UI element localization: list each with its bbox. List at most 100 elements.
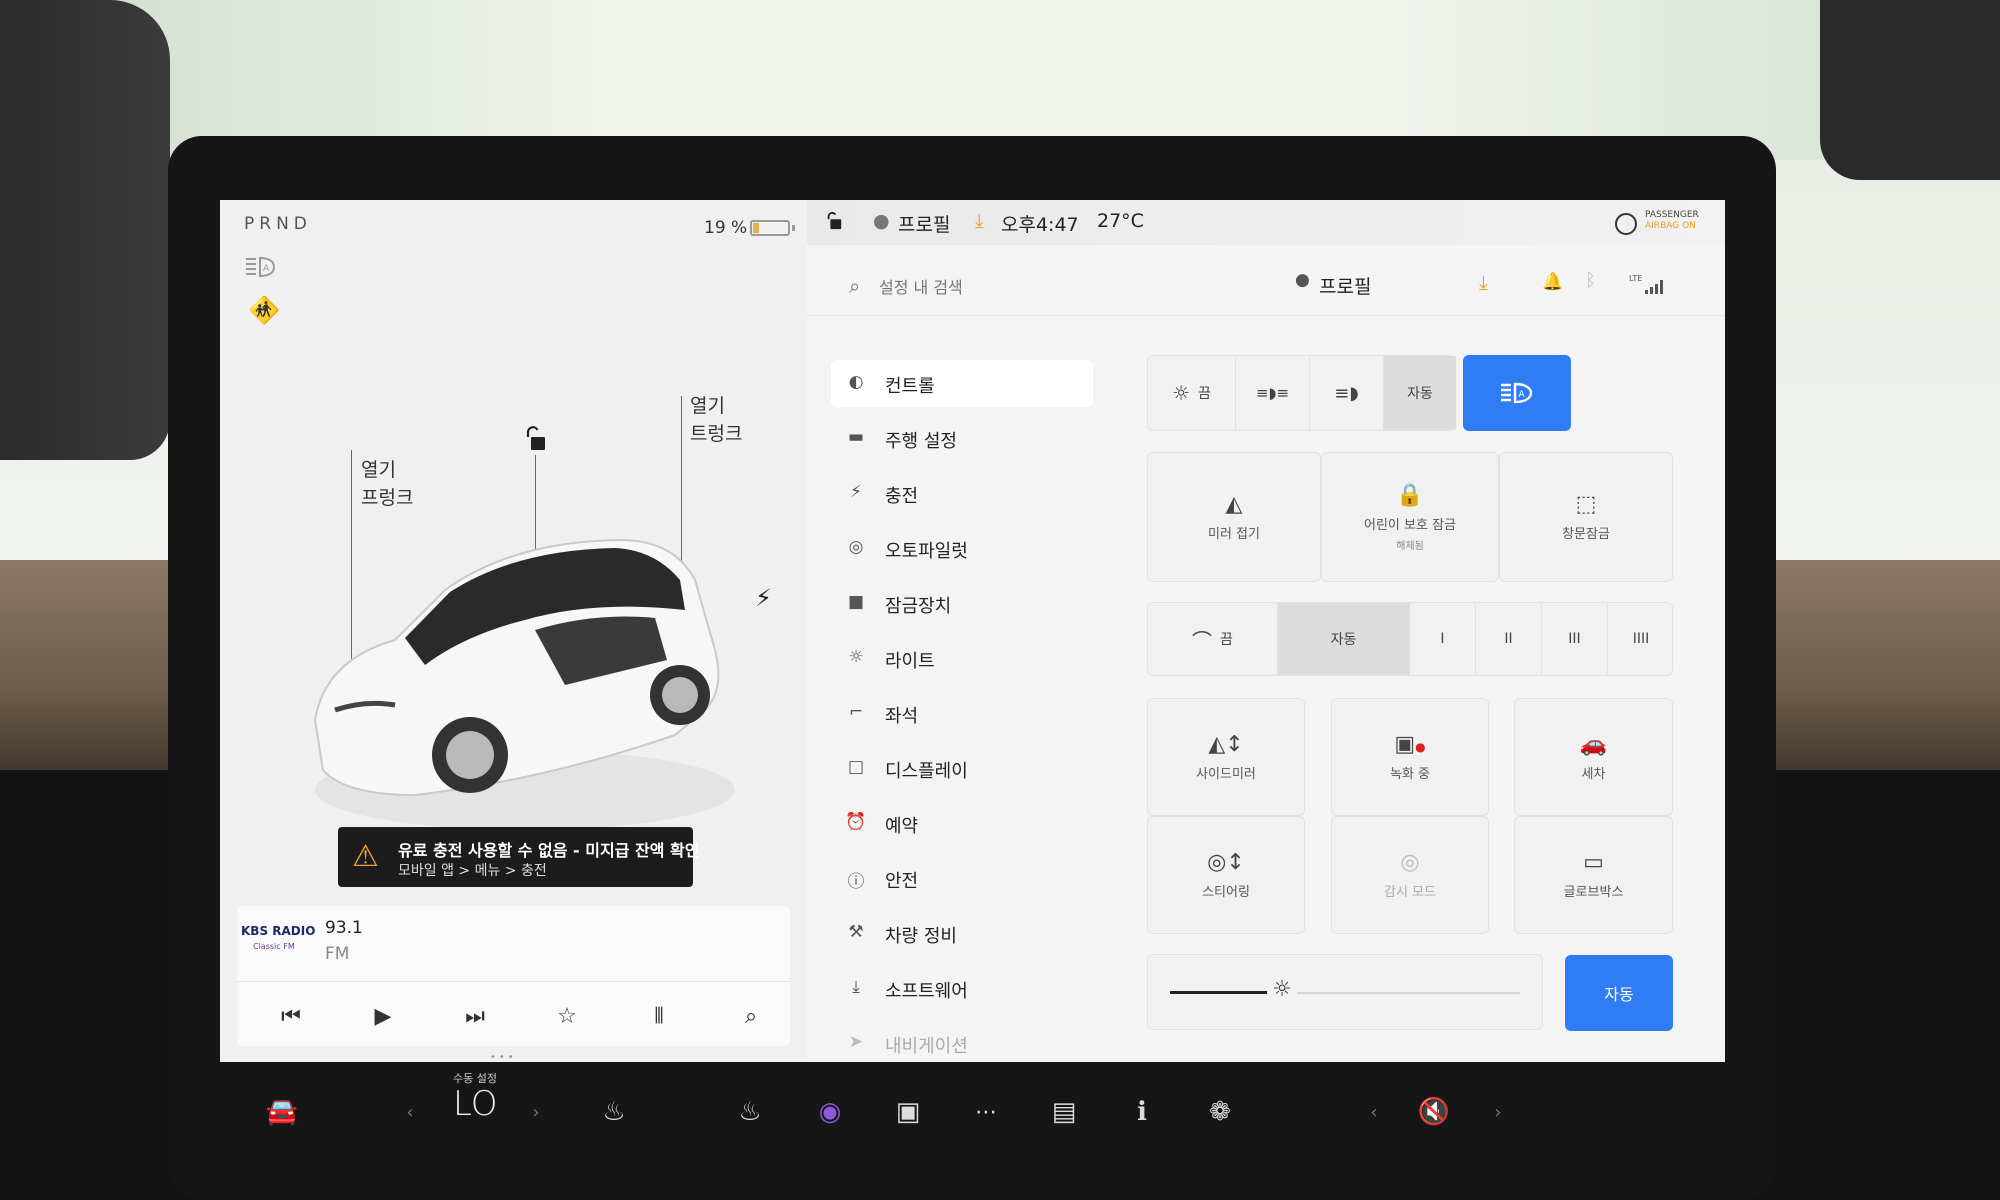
media-search-button[interactable]: ⌕ — [721, 986, 781, 1046]
touchscreen: PRND 19 % A 🚸 열기 프렁크 열기 트렁크 ⚡ ⚠ 유료 충전 사용… — [220, 200, 1725, 1062]
fold-mirrors-button[interactable]: ◭ 미러 접기 — [1147, 452, 1321, 582]
seat-heater-icon[interactable]: ♨ — [584, 1082, 644, 1142]
window-lock-label: 창문잠금 — [1562, 527, 1610, 542]
auto-high-beam-button[interactable]: A — [1463, 355, 1571, 431]
open-trunk-button[interactable]: 열기 트렁크 — [690, 392, 742, 448]
car-icon[interactable]: 🚘 — [252, 1082, 312, 1142]
wiper-speed-2-label: II — [1504, 631, 1513, 647]
side-mirror-label: 사이드미러 — [1196, 767, 1256, 782]
profile-button[interactable]: 프로필 — [1319, 272, 1371, 299]
airbag-icon — [1615, 213, 1637, 235]
menu-item-0[interactable]: ◐ 컨트롤 — [831, 360, 1093, 407]
manual-app-icon[interactable]: ℹ — [1112, 1082, 1172, 1142]
wiper-speed-2-button[interactable]: II — [1476, 603, 1542, 675]
brightness-sun-icon[interactable]: ☼ — [1267, 977, 1297, 1007]
calendar-app-icon[interactable]: ▤ — [1034, 1082, 1094, 1142]
battery-tip — [792, 225, 795, 231]
settings-panel: ● 프로필 ⤓ 오후4:47 27°C PASSENGER AIRBAG ON … — [807, 200, 1725, 1062]
camera-app-icon[interactable]: ◉ — [800, 1082, 860, 1142]
warning-title: 유료 충전 사용할 수 없음 - 미지급 잔액 확인 — [398, 841, 700, 860]
menu-item-12[interactable]: ➤ 내비게이션 — [831, 1020, 1093, 1062]
equalizer-button[interactable]: ⫴ — [629, 986, 689, 1046]
cabin-temperature[interactable]: LO — [453, 1084, 498, 1124]
more-apps-icon[interactable]: ⋯ — [956, 1082, 1016, 1142]
sentry-icon: ◎ — [1400, 850, 1420, 875]
temp-decrease-chevron-icon[interactable]: ‹ — [380, 1082, 440, 1142]
menu-item-3[interactable]: ◎ 오토파일럿 — [831, 525, 1093, 572]
trunk-label: 트렁크 — [690, 423, 743, 445]
fan-icon[interactable]: ❁ — [1190, 1082, 1250, 1142]
menu-item-4[interactable]: ■ 잠금장치 — [831, 580, 1093, 627]
recording-dot-icon: ● — [1415, 740, 1426, 754]
glovebox-icon: ▭ — [1583, 850, 1604, 875]
mute-icon[interactable]: 🔇 — [1404, 1082, 1464, 1142]
open-frunk-button[interactable]: 열기 프렁크 — [361, 456, 413, 512]
download-icon[interactable]: ⤓ — [1479, 270, 1488, 294]
next-track-button[interactable]: ⏭ — [445, 986, 505, 1046]
child-lock-status: 해제됨 — [1396, 540, 1424, 552]
menu-item-5[interactable]: ☼ 라이트 — [831, 635, 1093, 682]
volume-increase-chevron-icon[interactable]: › — [1468, 1082, 1528, 1142]
brightness-slider[interactable]: ☼ — [1147, 954, 1543, 1030]
battery-level-fill — [753, 223, 759, 233]
headlight-auto-label: 자동 — [1407, 386, 1433, 402]
battery-percent: 19 % — [704, 218, 748, 238]
car-wash-icon: 🚗 — [1579, 732, 1608, 757]
menu-item-2[interactable]: ⚡ 충전 — [831, 470, 1093, 517]
steering-wheel-icon: ◎↕ — [1207, 850, 1245, 875]
phone-mount-left — [0, 0, 170, 460]
steering-heater-icon[interactable]: ♨ — [720, 1082, 780, 1142]
lte-label: LTE — [1629, 274, 1643, 283]
menu-item-10[interactable]: ⚒ 차량 정비 — [831, 910, 1093, 957]
dashcam-app-icon[interactable]: ▣ — [878, 1082, 938, 1142]
wiper-speed-1-button[interactable]: I — [1410, 603, 1476, 675]
fold-mirrors-label: 미러 접기 — [1208, 527, 1260, 542]
display-icon: □ — [847, 757, 865, 777]
dashcam-recording-button[interactable]: ▣● 녹화 중 — [1331, 698, 1489, 816]
glovebox-button[interactable]: ▭ 글로브박스 — [1514, 816, 1673, 934]
bluetooth-icon[interactable]: ᛒ — [1585, 270, 1596, 291]
bell-icon[interactable]: 🔔 — [1542, 272, 1563, 292]
svg-text:A: A — [1519, 390, 1526, 400]
favorite-star-button[interactable]: ☆ — [537, 986, 597, 1046]
charge-port-icon[interactable]: ⚡ — [755, 584, 772, 612]
menu-item-6[interactable]: ⌐ 좌석 — [831, 690, 1093, 737]
download-icon[interactable]: ⤓ — [975, 210, 983, 232]
sentry-mode-button[interactable]: ◎ 감시 모드 — [1331, 816, 1489, 934]
settings-search-input[interactable] — [879, 272, 1199, 302]
previous-track-button[interactable]: ⏮ — [261, 986, 321, 1046]
headlight-off-button[interactable]: ☼ 끔 — [1148, 356, 1236, 430]
menu-item-9[interactable]: ⓘ 안전 — [831, 855, 1093, 902]
headlight-auto-button[interactable]: 자동 — [1384, 356, 1456, 430]
menu-item-8[interactable]: ⏰ 예약 — [831, 800, 1093, 847]
parking-lights-button[interactable]: ≡◗≡ — [1236, 356, 1310, 430]
wiper-off-button[interactable]: ⌒ 끔 — [1148, 603, 1278, 675]
temp-increase-chevron-icon[interactable]: › — [506, 1082, 566, 1142]
side-mirror-adjust-button[interactable]: ◭↕ 사이드미러 — [1147, 698, 1305, 816]
menu-item-11[interactable]: ⤓ 소프트웨어 — [831, 965, 1093, 1012]
window-lock-button[interactable]: ⬚ 창문잠금 — [1499, 452, 1673, 582]
car-wash-button[interactable]: 🚗 세차 — [1514, 698, 1673, 816]
car-status-panel: PRND 19 % A 🚸 열기 프렁크 열기 트렁크 ⚡ ⚠ 유료 충전 사용… — [220, 200, 807, 1062]
trunk-action-label: 열기 — [690, 395, 725, 417]
recording-label: 녹화 중 — [1389, 767, 1430, 782]
child-lock-button[interactable]: 🔒 어린이 보호 잠금 해제됨 — [1321, 452, 1499, 582]
sun-icon: ☼ — [848, 647, 864, 667]
profile-button[interactable]: 프로필 — [898, 210, 950, 237]
menu-item-1[interactable]: ▬ 주행 설정 — [831, 415, 1093, 462]
brightness-auto-button[interactable]: 자동 — [1565, 955, 1673, 1031]
play-button[interactable]: ▶ — [353, 986, 413, 1046]
battery-icon — [750, 220, 790, 236]
volume-decrease-chevron-icon[interactable]: ‹ — [1344, 1082, 1404, 1142]
wiper-speed-3-button[interactable]: III — [1542, 603, 1608, 675]
charging-warning-banner[interactable]: ⚠ 유료 충전 사용할 수 없음 - 미지급 잔액 확인 모바일 앱 > 메뉴 … — [338, 827, 699, 887]
side-mirror-icon: ◭↕ — [1208, 732, 1244, 757]
wiper-speed-4-button[interactable]: IIII — [1608, 603, 1674, 675]
steering-adjust-button[interactable]: ◎↕ 스티어링 — [1147, 816, 1305, 934]
wiper-auto-button[interactable]: 자동 — [1278, 603, 1410, 675]
low-beam-button[interactable]: ≡◗ — [1310, 356, 1384, 430]
unlock-status-icon[interactable] — [825, 211, 843, 231]
menu-item-7[interactable]: □ 디스플레이 — [831, 745, 1093, 792]
window-lock-icon: ⬚ — [1575, 492, 1597, 517]
unlock-icon[interactable] — [523, 426, 547, 452]
